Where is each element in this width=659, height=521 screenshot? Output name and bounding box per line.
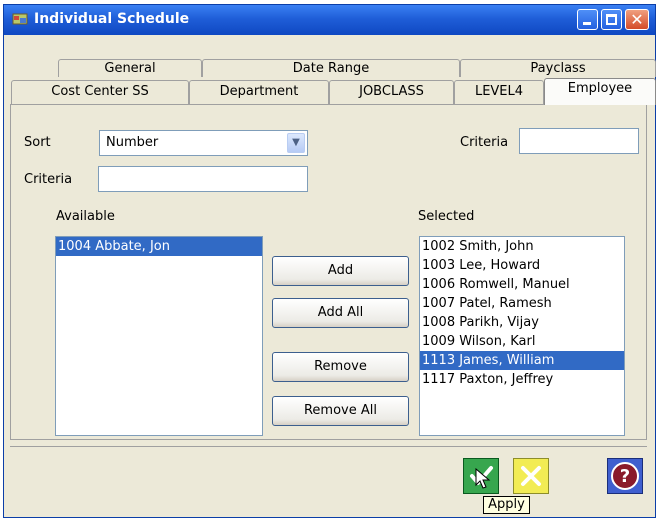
title-bar[interactable]: Individual Schedule ✕ [4, 5, 655, 35]
sort-value: Number [106, 135, 159, 150]
list-item[interactable]: 1002 Smith, John [420, 237, 624, 256]
remove-button[interactable]: Remove [272, 352, 409, 382]
cancel-button[interactable] [513, 458, 549, 494]
tab-payclass[interactable]: Payclass [460, 59, 656, 77]
chevron-down-icon[interactable]: ▼ [287, 133, 305, 153]
list-item[interactable]: 1007 Patel, Ramesh [420, 294, 624, 313]
available-list[interactable]: 1004 Abbate, Jon [55, 236, 263, 436]
tab-general[interactable]: General [58, 59, 202, 77]
remove-all-button[interactable]: Remove All [272, 396, 409, 426]
tab-level4[interactable]: LEVEL4 [454, 80, 544, 104]
question-icon: ? [611, 462, 639, 490]
list-item[interactable]: 1113 James, William [420, 351, 624, 370]
mouse-cursor-icon [475, 468, 491, 489]
list-item[interactable]: 1117 Paxton, Jeffrey [420, 370, 624, 389]
sort-label: Sort [24, 135, 51, 150]
tab-employee[interactable]: Employee [544, 78, 656, 105]
criteria-input[interactable] [98, 166, 308, 192]
minimize-icon [583, 22, 591, 25]
window-title: Individual Schedule [34, 11, 190, 27]
apply-tooltip: Apply [483, 496, 530, 514]
selected-list[interactable]: 1002 Smith, John 1003 Lee, Howard 1006 R… [419, 236, 625, 436]
add-button[interactable]: Add [272, 256, 409, 286]
maximize-icon [606, 14, 617, 25]
minimize-button[interactable] [577, 9, 598, 30]
list-item[interactable]: 1006 Romwell, Manuel [420, 275, 624, 294]
available-label: Available [56, 209, 115, 224]
help-button[interactable]: ? [607, 458, 643, 494]
add-all-button[interactable]: Add All [272, 298, 409, 328]
criteria-label-right: Criteria [460, 135, 509, 150]
criteria-input-right[interactable] [519, 128, 639, 154]
close-icon: ✕ [630, 10, 644, 29]
footer-divider [10, 446, 647, 447]
x-icon [521, 466, 541, 486]
tab-jobclass[interactable]: JOBCLASS [329, 80, 454, 104]
list-item[interactable]: 1008 Parikh, Vijay [420, 313, 624, 332]
list-item[interactable]: 1009 Wilson, Karl [420, 332, 624, 351]
close-button[interactable]: ✕ [625, 9, 649, 30]
list-item[interactable]: 1004 Abbate, Jon [56, 237, 262, 256]
criteria-label: Criteria [24, 172, 73, 187]
tab-cost-center-ss[interactable]: Cost Center SS [11, 80, 189, 104]
help-glyph: ? [620, 466, 630, 487]
tab-date-range[interactable]: Date Range [202, 59, 460, 77]
app-icon [12, 13, 28, 25]
sort-dropdown[interactable]: Number ▼ [99, 130, 308, 156]
maximize-button[interactable] [601, 9, 622, 30]
selected-label: Selected [418, 209, 475, 224]
list-item[interactable]: 1003 Lee, Howard [420, 256, 624, 275]
tab-department[interactable]: Department [189, 80, 329, 104]
